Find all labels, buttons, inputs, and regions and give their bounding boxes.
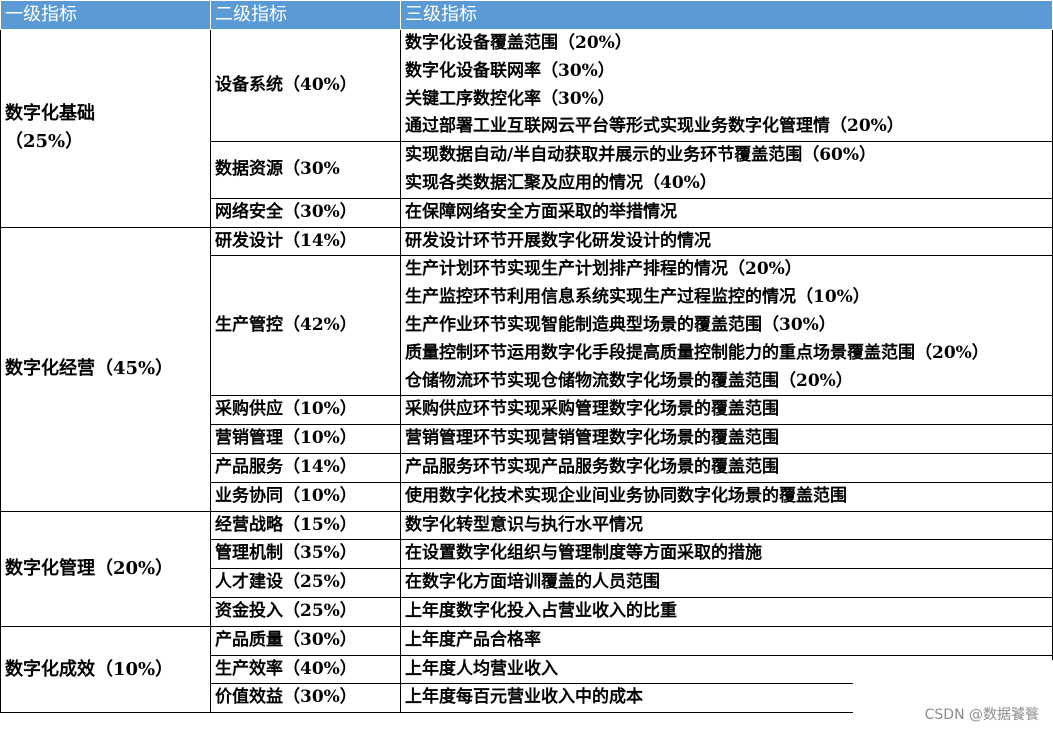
level1-cell: 数字化管理（20%） <box>0 510 211 627</box>
watermark: CSDN @数据饕餮 <box>924 707 1039 723</box>
level3-cell: 数字化设备覆盖范围（20%） 数字化设备联网率（30%） 关键工序数控化率（30%）… <box>400 28 1053 143</box>
level2-cell: 经营战略（15%） <box>210 510 401 541</box>
level2-cell: 资金投入（25%） <box>210 596 401 627</box>
level3-cell: 营销管理环节实现营销管理数字化场景的覆盖范围 <box>400 424 1053 454</box>
level3-item: 使用数字化技术实现企业间业务协同数字化场景的覆盖范围 <box>405 485 847 506</box>
level3-cell: 上年度产品合格率 <box>400 625 1053 656</box>
table-row: 数字化成效（10%） 产品质量（30%） 上年度产品合格率 <box>0 625 1053 714</box>
level3-item: 生产监控环节利用信息系统实现生产过程监控的情况（10%） <box>405 287 870 308</box>
level3-item: 关键工序数控化率（30%） <box>405 88 615 109</box>
level1-cell: 数字化成效（10%） <box>0 625 211 714</box>
level3-cell: 在设置数字化组织与管理制度等方面采取的措施 <box>400 539 1053 570</box>
level3-item: 仓储物流环节实现仓储物流数字化场景的覆盖范围（20%） <box>405 370 853 391</box>
level1-cell: 数字化经营（45%） <box>0 226 211 512</box>
level3-cell: 上年度数字化投入占营业收入的比重 <box>400 596 1053 627</box>
level3-cell: 产品服务环节实现产品服务数字化场景的覆盖范围 <box>400 452 1053 483</box>
level3-item: 上年度产品合格率 <box>405 629 541 650</box>
header-level3: 三级指标 <box>400 0 1053 30</box>
level3-item: 研发设计环节开展数字化研发设计的情况 <box>405 230 711 251</box>
level3-item: 实现各类数据汇聚及应用的情况（40%） <box>405 172 717 193</box>
level3-cell: 实现数据自动/半自动获取并展示的业务环节覆盖范围（60%） 实现各类数据汇聚及应用… <box>400 141 1053 199</box>
level2-cell: 管理机制（35%） <box>210 539 401 570</box>
level2-cell: 生产效率（40%） <box>210 654 401 685</box>
level3-item: 质量控制环节运用数字化手段提高质量控制能力的重点场景覆盖范围（20%） <box>405 342 989 363</box>
level2-cell: 采购供应（10%） <box>210 395 401 426</box>
level1-cell: 数字化基础 （25%） <box>0 29 211 228</box>
level2-cell: 网络安全（30%） <box>210 197 401 228</box>
level3-item: 在数字化方面培训覆盖的人员范围 <box>405 572 660 593</box>
level3-item: 产品服务环节实现产品服务数字化场景的覆盖范围 <box>405 456 779 477</box>
level3-item: 生产作业环节实现智能制造典型场景的覆盖范围（30%） <box>405 314 836 335</box>
level2-cell: 生产管控（42%） <box>210 255 401 397</box>
level3-cell: 生产计划环节实现生产计划排产排程的情况（20%） 生产监控环节利用信息系统实现生产… <box>400 255 1053 397</box>
level2-cell: 价值效益（30%） <box>210 683 401 714</box>
level3-item: 在设置数字化组织与管理制度等方面采取的措施 <box>405 543 762 564</box>
level3-item: 采购供应环节实现采购管理数字化场景的覆盖范围 <box>405 399 779 420</box>
level2-cell: 人才建设（25%） <box>210 568 401 598</box>
level3-cell: 使用数字化技术实现企业间业务协同数字化场景的覆盖范围 <box>400 481 1053 512</box>
level3-cell: 在保障网络安全方面采取的举措情况 <box>400 197 1053 228</box>
level3-item: 数字化转型意识与执行水平情况 <box>405 514 643 535</box>
level3-item: 实现数据自动/半自动获取并展示的业务环节覆盖范围（60%） <box>405 145 877 166</box>
header-level1: 一级指标 <box>0 0 211 30</box>
level3-item: 通过部署工业互联网云平台等形式实现业务数字化管理情（20%） <box>405 116 904 137</box>
level2-cell: 营销管理（10%） <box>210 424 401 454</box>
level2-cell: 数据资源（30% <box>210 141 401 199</box>
table-row: 数字化基础 （25%） 设备系统（40%） 数字化设备覆盖范围（20%） 数字化设备联… <box>0 28 1053 228</box>
level2-cell: 设备系统（40%） <box>210 28 401 143</box>
level3-item: 生产计划环节实现生产计划排产排程的情况（20%） <box>405 259 802 280</box>
level3-item: 上年度数字化投入占营业收入的比重 <box>405 600 677 621</box>
table-body: 数字化基础 （25%） 设备系统（40%） 数字化设备覆盖范围（20%） 数字化设备联… <box>0 28 1053 714</box>
indicator-table: 一级指标 二级指标 三级指标 数字化基础 （25%） 设备系统（40%） 数字化设备… <box>0 0 1053 714</box>
level2-cell: 研发设计（14%） <box>210 226 401 257</box>
level3-item: 数字化设备覆盖范围（20%） <box>405 33 632 53</box>
table-row: 数字化经营（45%） 研发设计（14%） 研发设计环节开展数字化研发设计的情况 <box>0 226 1053 512</box>
header-row: 一级指标 二级指标 三级指标 <box>0 0 1053 30</box>
table-row: 数字化管理（20%） 经营战略（15%） 数字化转型意识与执行水平情况 <box>0 510 1053 627</box>
level3-cell: 在数字化方面培训覆盖的人员范围 <box>400 568 1053 598</box>
level3-item: 在保障网络安全方面采取的举措情况 <box>405 201 677 222</box>
header-level2: 二级指标 <box>210 0 401 30</box>
level2-cell: 业务协同（10%） <box>210 481 401 512</box>
level3-cell: 采购供应环节实现采购管理数字化场景的覆盖范围 <box>400 395 1053 426</box>
level3-cell: 研发设计环节开展数字化研发设计的情况 <box>400 226 1053 257</box>
level2-cell: 产品质量（30%） <box>210 625 401 656</box>
level2-cell: 产品服务（14%） <box>210 452 401 483</box>
level3-item: 数字化设备联网率（30%） <box>405 60 615 81</box>
level3-cell: 数字化转型意识与执行水平情况 <box>400 510 1053 541</box>
level3-item: 营销管理环节实现营销管理数字化场景的覆盖范围 <box>405 428 779 449</box>
